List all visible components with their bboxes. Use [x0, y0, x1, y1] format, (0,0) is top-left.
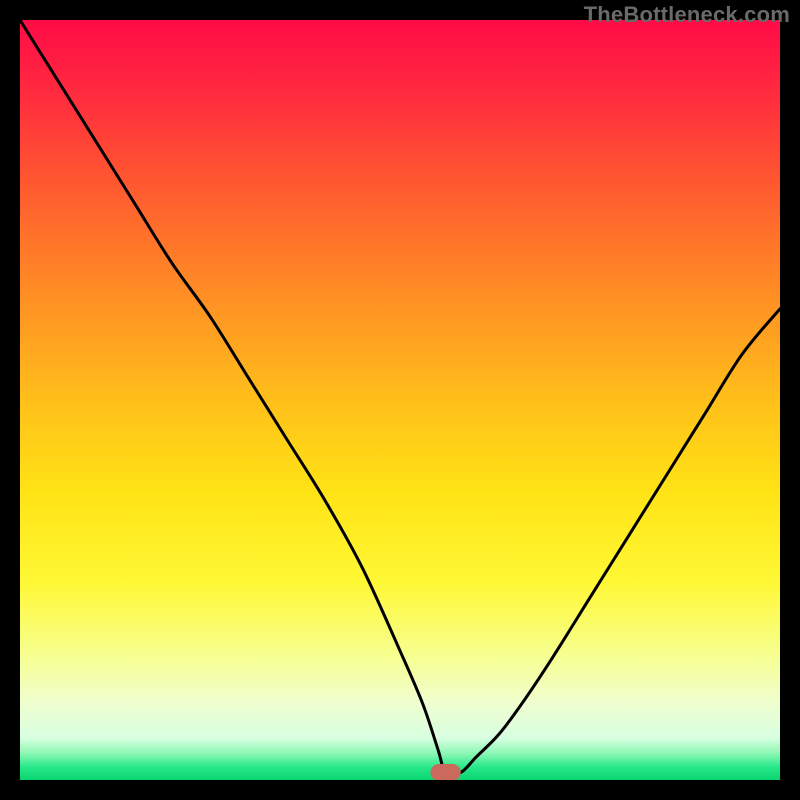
chart-frame: TheBottleneck.com	[0, 0, 800, 800]
gradient-background	[20, 20, 780, 780]
watermark-text: TheBottleneck.com	[584, 2, 790, 28]
optimum-marker	[430, 764, 460, 780]
bottleneck-chart	[20, 20, 780, 780]
